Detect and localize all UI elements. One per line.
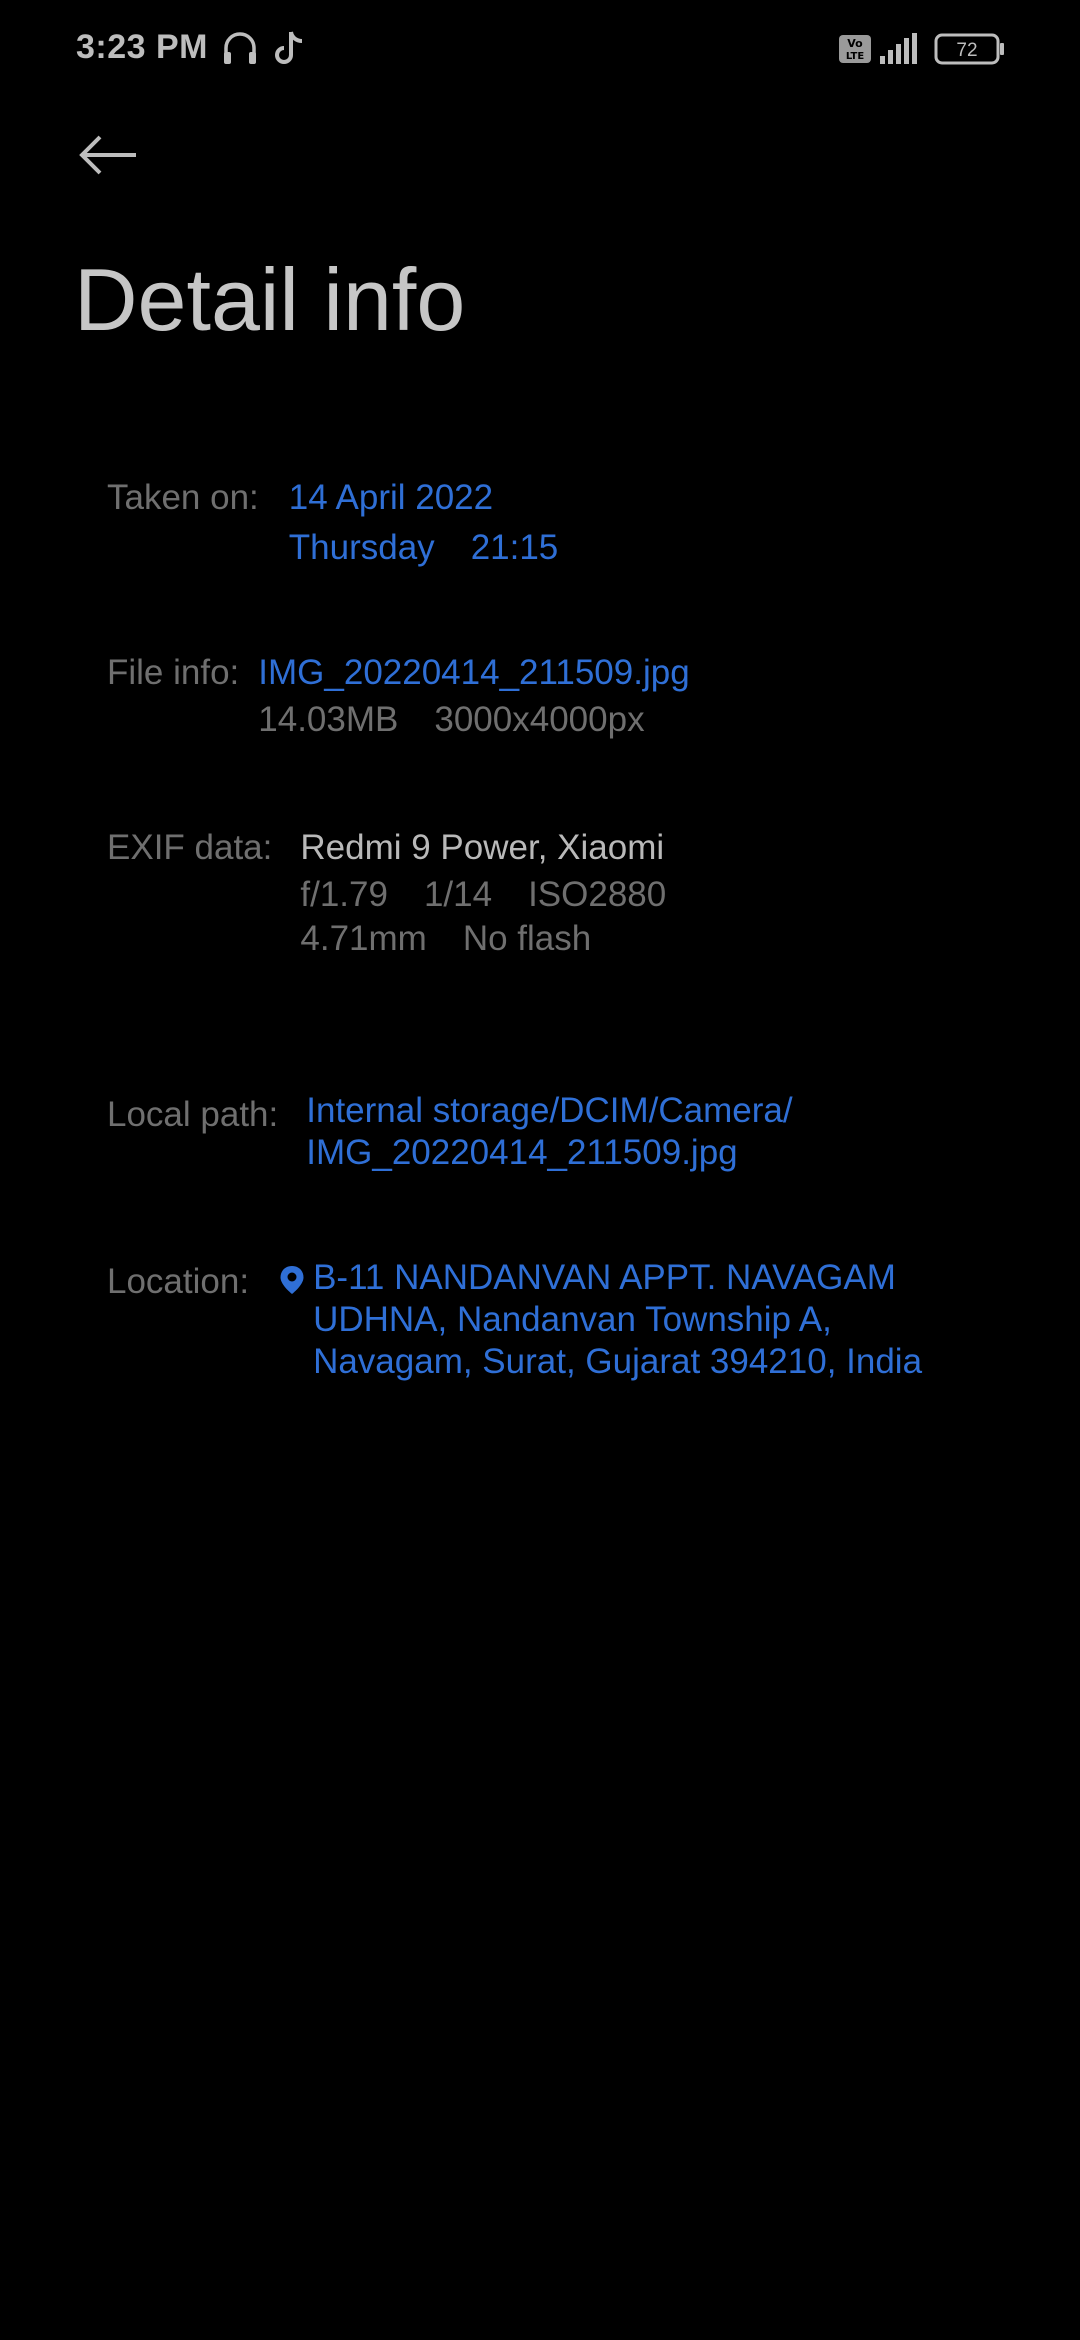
taken-on-time: 21:15: [470, 528, 559, 567]
exif-device: Redmi 9 Power, Xiaomi: [300, 828, 665, 867]
exif-aperture: f/1.79: [300, 875, 388, 914]
exif-focal-length: 4.71mm: [300, 919, 427, 958]
back-button[interactable]: [76, 122, 156, 192]
local-path-label: Local path:: [107, 1095, 279, 1134]
page-title: Detail info: [74, 250, 466, 349]
battery-icon: 72: [934, 32, 1006, 71]
tiktok-icon: [272, 28, 308, 73]
exif-shutter: 1/14: [423, 875, 493, 914]
local-path-line2: IMG_20220414_211509.jpg: [306, 1133, 738, 1172]
file-size: 14.03MB: [258, 700, 399, 739]
location-line3: Navagam, Surat, Gujarat 394210, India: [313, 1342, 923, 1381]
taken-on-day: Thursday: [288, 528, 435, 567]
location-label: Location:: [107, 1262, 250, 1301]
signal-icon: [878, 32, 920, 71]
exif-data-label: EXIF data:: [107, 828, 273, 867]
taken-on-daytime[interactable]: Thursday 21:15: [289, 523, 559, 573]
taken-on-row: Taken on: 14 April 2022 Thursday 21:15: [107, 473, 558, 573]
exif-data-row: EXIF data: Redmi 9 Power, Xiaomi f/1.79 1…: [107, 823, 666, 961]
exif-lens: 4.71mm No flash: [300, 917, 666, 961]
exif-iso: ISO2880: [528, 875, 667, 914]
file-resolution: 3000x4000px: [434, 700, 645, 739]
exif-flash: No flash: [462, 919, 592, 958]
local-path-line1: Internal storage/DCIM/Camera/: [306, 1091, 793, 1130]
location-pin-icon: [279, 1265, 305, 1300]
file-info-row: File info: IMG_20220414_211509.jpg 14.03…: [107, 648, 690, 742]
file-meta: 14.03MB 3000x4000px: [258, 698, 689, 742]
location-link[interactable]: B-11 NANDANVAN APPT. NAVAGAM UDHNA, Nand…: [279, 1257, 922, 1383]
battery-level: 72: [956, 40, 977, 61]
location-row: Location: B-11 NANDANVAN APPT. NAVAGAM U…: [107, 1257, 922, 1383]
local-path-row: Local path: Internal storage/DCIM/Camera…: [107, 1090, 793, 1174]
arrow-left-icon: [76, 131, 140, 184]
local-path-link[interactable]: Internal storage/DCIM/Camera/ IMG_202204…: [306, 1090, 792, 1174]
status-bar: 3:23 PM Vo LTE 72: [0, 0, 1080, 100]
file-name[interactable]: IMG_20220414_211509.jpg: [258, 648, 689, 698]
headphones-icon: [220, 28, 260, 73]
file-info-label: File info:: [107, 653, 240, 692]
taken-on-date[interactable]: 14 April 2022: [289, 473, 559, 523]
exif-exposure: f/1.79 1/14 ISO2880: [300, 873, 666, 917]
taken-on-label: Taken on:: [107, 478, 259, 517]
status-time: 3:23 PM: [76, 28, 208, 66]
location-line1: B-11 NANDANVAN APPT. NAVAGAM: [313, 1258, 896, 1297]
location-line2: UDHNA, Nandanvan Township A,: [313, 1300, 832, 1339]
svg-text:LTE: LTE: [846, 51, 865, 62]
svg-text:Vo: Vo: [847, 37, 863, 50]
volte-icon: Vo LTE: [838, 34, 872, 69]
